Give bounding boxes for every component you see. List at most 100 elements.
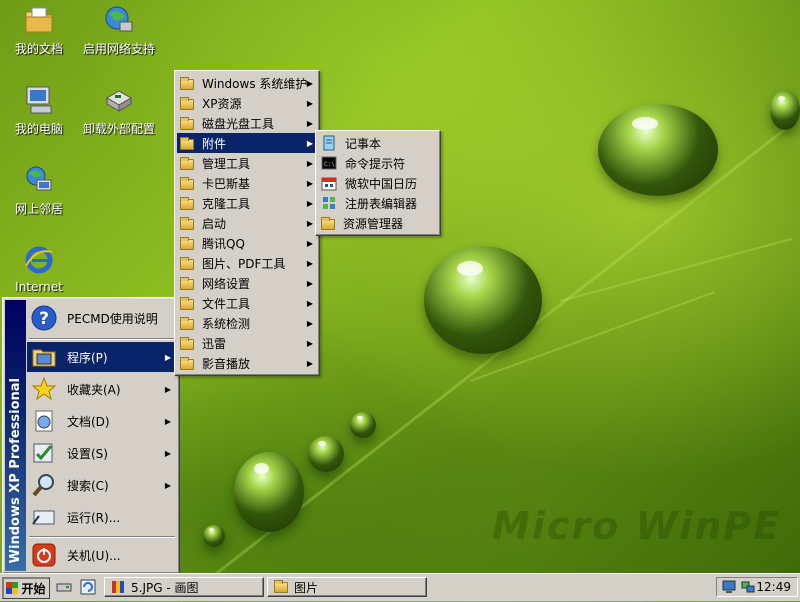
submenu-arrow-icon: ▶ (306, 218, 313, 228)
taskbar-button-paint[interactable]: 5.JPG - 画图 (104, 577, 264, 597)
desktop-icon-label: 网上邻居 (14, 202, 63, 216)
program-folder-item[interactable]: 系统检测 ▶ (177, 313, 317, 333)
desktop-icon-my-computer[interactable]: 我的电脑 (0, 84, 84, 137)
program-folder-label: XP资源 (202, 96, 242, 111)
program-folder-label: 卡巴斯基 (202, 176, 251, 191)
program-folder-label: 克隆工具 (202, 196, 251, 211)
submenu-arrow-icon: ▶ (164, 448, 171, 458)
program-folder-icon (180, 177, 194, 190)
start-item-documents[interactable]: 文档(D) ▶ (27, 406, 177, 436)
start-item-run[interactable]: 运行(R)... (27, 502, 177, 532)
program-folder-item[interactable]: 影音播放 ▶ (177, 353, 317, 373)
program-folder-label: 腾讯QQ (202, 236, 245, 251)
program-folder-item[interactable]: 磁盘光盘工具 ▶ (177, 113, 317, 133)
network-support-icon (103, 4, 135, 36)
program-folder-icon (180, 277, 194, 290)
start-menu-separator (29, 536, 175, 538)
program-folder-item[interactable]: 迅雷 ▶ (177, 333, 317, 353)
water-drop (234, 452, 304, 532)
program-folder-item[interactable]: 网络设置 ▶ (177, 273, 317, 293)
start-item-settings[interactable]: 设置(S) ▶ (27, 438, 177, 468)
submenu-arrow-icon: ▶ (306, 198, 313, 208)
quick-launch-refresh-icon[interactable] (80, 579, 96, 595)
start-item-search[interactable]: 搜索(C) ▶ (27, 470, 177, 500)
desktop-icon-my-documents[interactable]: 我的文档 (0, 4, 84, 57)
submenu-arrow-icon: ▶ (164, 384, 171, 394)
program-folder-item[interactable]: 文件工具 ▶ (177, 293, 317, 313)
program-folder-item[interactable]: 卡巴斯基 ▶ (177, 173, 317, 193)
submenu-arrow-icon: ▶ (306, 78, 313, 88)
program-folder-item[interactable]: 图片、PDF工具 ▶ (177, 253, 317, 273)
start-item-favorites[interactable]: 收藏夹(A) ▶ (27, 374, 177, 404)
taskbar: 开始 5.JPG - 画图 图片 12:49 (0, 573, 800, 601)
submenu-arrow-icon: ▶ (306, 338, 313, 348)
desktop-icon-uninstall-config[interactable]: 卸载外部配置 (74, 84, 164, 137)
start-item-programs[interactable]: 程序(P) ▶ (27, 342, 177, 372)
internet-explorer-icon (23, 244, 55, 276)
desktop-icon-network-places[interactable]: 网上邻居 (0, 164, 84, 217)
settings-icon (31, 440, 57, 466)
submenu-arrow-icon: ▶ (164, 480, 171, 490)
quick-launch-drive-icon[interactable] (56, 579, 72, 595)
program-folder-item[interactable]: 腾讯QQ ▶ (177, 233, 317, 253)
submenu-arrow-icon: ▶ (306, 118, 313, 128)
program-folder-item[interactable]: Windows 系统维护 ▶ (177, 73, 317, 93)
run-icon (31, 504, 57, 530)
program-folder-label: 网络设置 (202, 276, 251, 291)
desktop-icon-network-support[interactable]: 启用网络支持 (74, 4, 164, 57)
start-item-label: 关机(U)... (67, 548, 121, 563)
submenu-arrow-icon: ▶ (164, 352, 171, 362)
desktop-icon-label: Internet (15, 280, 63, 294)
desktop-icon-label: 卸载外部配置 (82, 122, 155, 136)
tray-network-icon[interactable] (741, 580, 755, 594)
water-drop (424, 246, 542, 354)
programs-submenu: Windows 系统维护 ▶ XP资源 ▶ 磁盘光盘工具 ▶ 附件 ▶ 管理工具 ▶ 卡巴斯基 ▶ 克隆… (174, 70, 320, 376)
accessory-explorer[interactable]: 资源管理器 (318, 213, 438, 233)
start-item-label: 收藏夹(A) (67, 382, 121, 397)
submenu-arrow-icon: ▶ (306, 238, 313, 248)
accessory-registry-editor[interactable]: 注册表编辑器 (318, 193, 438, 213)
accessory-calendar[interactable]: 微软中国日历 (318, 173, 438, 193)
paint-icon (111, 580, 125, 594)
documents-icon (31, 408, 57, 434)
program-folder-item[interactable]: XP资源 ▶ (177, 93, 317, 113)
system-tray: 12:49 (716, 577, 798, 597)
program-folder-label: 系统检测 (202, 316, 251, 331)
submenu-arrow-icon: ▶ (164, 416, 171, 426)
svg-text:C:\: C:\ (324, 161, 335, 168)
accessory-label: 命令提示符 (345, 156, 406, 171)
submenu-arrow-icon: ▶ (306, 298, 313, 308)
start-menu: Windows XP Professional ? PECMD使用说明 程序(P… (2, 297, 180, 574)
accessory-notepad[interactable]: 记事本 (318, 133, 438, 153)
program-folder-item[interactable]: 管理工具 ▶ (177, 153, 317, 173)
program-folder-icon (180, 117, 194, 130)
program-folder-icon (180, 137, 194, 150)
start-button[interactable]: 开始 (2, 577, 50, 599)
desktop-icon-label: 我的电脑 (14, 122, 63, 136)
start-item-shutdown[interactable]: 关机(U)... (27, 540, 177, 570)
start-item-pecmd-help[interactable]: ? PECMD使用说明 (27, 302, 177, 334)
accessory-label: 记事本 (345, 136, 382, 151)
tray-display-icon[interactable] (722, 580, 736, 594)
calendar-icon (321, 175, 337, 191)
program-folder-item[interactable]: 附件 ▶ (177, 133, 317, 153)
start-item-label: 搜索(C) (67, 478, 109, 493)
program-folder-item[interactable]: 启动 ▶ (177, 213, 317, 233)
taskbar-button-pictures[interactable]: 图片 (267, 577, 427, 597)
accessory-label: 资源管理器 (343, 216, 404, 231)
network-places-icon (23, 164, 55, 196)
accessory-command-prompt[interactable]: C:\ 命令提示符 (318, 153, 438, 173)
program-folder-icon (180, 317, 194, 330)
program-folder-icon (180, 257, 194, 270)
program-folder-label: Windows 系统维护 (202, 76, 308, 91)
accessory-label: 注册表编辑器 (345, 196, 418, 211)
water-drop (350, 412, 376, 438)
program-folder-icon (180, 337, 194, 350)
program-folder-icon (180, 237, 194, 250)
svg-text:?: ? (39, 309, 49, 329)
desktop-icon-internet[interactable]: Internet (0, 244, 84, 294)
program-folder-item[interactable]: 克隆工具 ▶ (177, 193, 317, 213)
desktop-icon-label: 我的文档 (14, 42, 63, 56)
start-menu-separator (29, 338, 175, 340)
accessories-submenu: 记事本 C:\ 命令提示符 微软中国日历 注册表编辑器 资源管理器 (315, 130, 441, 236)
